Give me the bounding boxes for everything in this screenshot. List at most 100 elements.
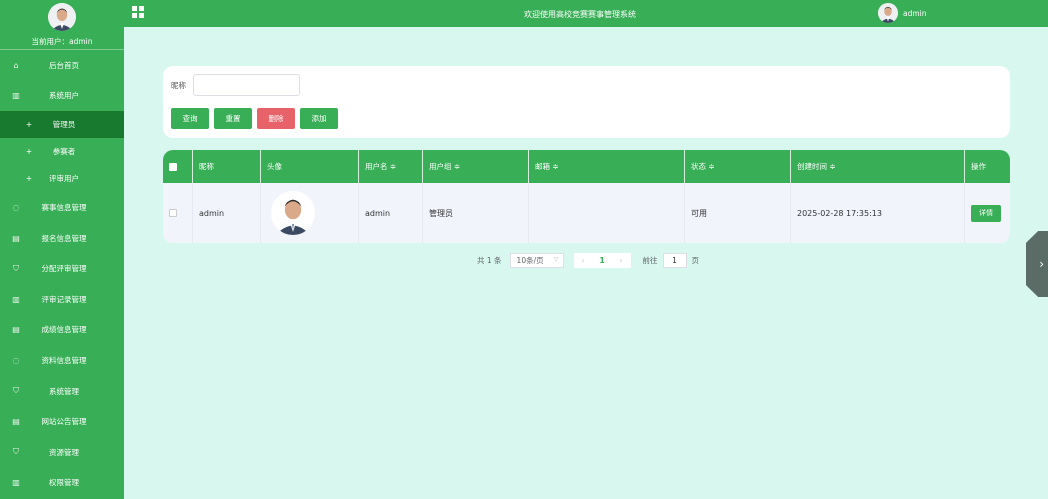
sidebar-item-label: 后台首页 <box>49 60 79 70</box>
sidebar-item-registration[interactable]: ▤ 报名信息管理 <box>0 223 124 254</box>
sidebar-subitem-contestants[interactable]: + 参赛者 <box>0 138 124 165</box>
plus-icon: + <box>25 174 33 184</box>
table-row: admin admin 管理员 可用 2025-02-28 17:35:13 详… <box>163 183 1010 243</box>
search-actions: 查询 重置 删除 添加 <box>171 108 338 129</box>
shield-icon: ⛉ <box>13 263 19 273</box>
add-button[interactable]: 添加 <box>300 108 338 129</box>
column-header-status[interactable]: 状态 ≑ <box>685 150 791 183</box>
document-icon: ▤ <box>12 233 20 243</box>
user-avatar-icon <box>271 191 315 235</box>
cell-avatar <box>261 183 359 243</box>
column-header-nickname: 昵称 <box>193 150 261 183</box>
cell-group: 管理员 <box>423 183 529 243</box>
sidebar-item-label: 报名信息管理 <box>41 233 87 243</box>
cell-actions: 详情 <box>965 183 1010 243</box>
nickname-label: 昵称 <box>171 81 186 90</box>
page-size-select[interactable]: 10条/页 ▽ <box>509 253 564 268</box>
page-unit-label: 页 <box>691 256 700 265</box>
sidebar-item-review-assignment[interactable]: ⛉ 分配评审管理 <box>0 253 124 284</box>
detail-button[interactable]: 详情 <box>971 204 1001 222</box>
column-header-actions: 操作 <box>971 162 986 171</box>
sidebar-item-resources[interactable]: ⛉ 资源管理 <box>0 437 124 468</box>
chevron-down-icon: ▽ <box>553 256 559 263</box>
cell-nickname: admin <box>193 183 261 243</box>
user-avatar-icon <box>878 3 898 23</box>
sidebar-item-permissions[interactable]: ▥ 权限管理 <box>0 468 124 499</box>
sidebar-menu: ⌂ 后台首页 ▥ 系统用户 + 管理员 + 参赛者 + 评审用户 ◌ 赛事信息管理 ▤ 报名信… <box>0 50 124 498</box>
plus-icon: + <box>25 147 33 157</box>
prev-page-button[interactable]: ‹ <box>574 253 593 268</box>
search-panel: 昵称 查询 重置 删除 添加 <box>163 66 1010 138</box>
row-checkbox[interactable] <box>169 209 177 217</box>
table-header: 昵称 头像 用户名 ≑ 用户组 ≑ 邮箱 ≑ 状态 ≑ 创建时间 ≑ 操作 <box>163 150 1010 183</box>
chevron-right-icon[interactable]: › <box>1026 231 1048 297</box>
columns-icon: ▥ <box>12 91 20 101</box>
home-icon: ⌂ <box>13 60 19 70</box>
avatar <box>271 191 315 235</box>
avatar <box>48 3 76 31</box>
current-page[interactable]: 1 <box>593 253 612 268</box>
nickname-input[interactable] <box>193 74 300 96</box>
top-bar: 欢迎使用高校竞赛赛事管理系统 admin <box>124 0 1048 27</box>
sidebar-item-system[interactable]: ⛉ 系统管理 <box>0 376 124 407</box>
sidebar: 当前用户：admin ⌂ 后台首页 ▥ 系统用户 + 管理员 + 参赛者 + 评审用户 ◌… <box>0 0 124 499</box>
current-user-label: 当前用户：admin <box>31 37 93 46</box>
sidebar-subitem-reviewers[interactable]: + 评审用户 <box>0 165 124 192</box>
sidebar-item-label: 权限管理 <box>49 478 79 488</box>
sidebar-item-label: 资源管理 <box>49 447 79 457</box>
pagination: 共 1 条 10条/页 ▽ ‹ 1 › 前往 1 页 <box>477 253 699 268</box>
sidebar-item-label: 成绩信息管理 <box>41 325 87 335</box>
sidebar-item-label: 资料信息管理 <box>41 355 87 365</box>
avatar <box>878 3 898 23</box>
sidebar-item-label: 网站公告管理 <box>41 417 87 427</box>
next-page-button[interactable]: › <box>612 253 631 268</box>
page-size-value: 10条/页 <box>516 256 544 265</box>
cell-created: 2025-02-28 17:35:13 <box>791 183 965 243</box>
shield-icon: ⛉ <box>13 447 19 457</box>
column-header-avatar: 头像 <box>261 150 359 183</box>
page-navigation: ‹ 1 › <box>573 253 631 268</box>
sidebar-item-label: 评审用户 <box>49 174 79 184</box>
top-username: admin <box>903 8 927 18</box>
pagination-total: 共 1 条 <box>477 256 502 265</box>
column-header-username[interactable]: 用户名 ≑ <box>359 150 423 183</box>
top-user-menu[interactable]: admin <box>878 3 927 23</box>
sidebar-item-label: 系统用户 <box>49 91 79 101</box>
reset-button[interactable]: 重置 <box>214 108 252 129</box>
row-select-cell <box>163 183 193 243</box>
sidebar-item-materials[interactable]: ◌ 资料信息管理 <box>0 345 124 376</box>
column-header-created[interactable]: 创建时间 ≑ <box>791 150 965 183</box>
sidebar-item-label: 管理员 <box>52 120 76 130</box>
document-icon: ▤ <box>12 417 20 427</box>
columns-icon: ▥ <box>12 294 20 304</box>
grid-menu-icon[interactable] <box>132 6 144 18</box>
sidebar-item-announcements[interactable]: ▤ 网站公告管理 <box>0 406 124 437</box>
column-header-group[interactable]: 用户组 ≑ <box>423 150 529 183</box>
column-header-email[interactable]: 邮箱 ≑ <box>529 150 685 183</box>
chat-icon: ◌ <box>12 202 20 212</box>
goto-page-input[interactable]: 1 <box>662 253 687 268</box>
document-icon: ▤ <box>12 325 20 335</box>
user-table: 昵称 头像 用户名 ≑ 用户组 ≑ 邮箱 ≑ 状态 ≑ 创建时间 ≑ 操作 ad… <box>163 150 1010 243</box>
sidebar-item-review-records[interactable]: ▥ 评审记录管理 <box>0 284 124 315</box>
chat-icon: ◌ <box>12 355 20 365</box>
sidebar-item-label: 参赛者 <box>52 147 76 157</box>
sidebar-item-scores[interactable]: ▤ 成绩信息管理 <box>0 315 124 346</box>
sidebar-item-system-users[interactable]: ▥ 系统用户 <box>0 81 124 112</box>
plus-icon: + <box>25 120 33 130</box>
user-avatar-icon <box>48 3 76 31</box>
sidebar-header: 当前用户：admin <box>0 0 124 50</box>
delete-button[interactable]: 删除 <box>257 108 295 129</box>
cell-username: admin <box>359 183 423 243</box>
cell-status: 可用 <box>685 183 791 243</box>
sidebar-item-competition-info[interactable]: ◌ 赛事信息管理 <box>0 192 124 223</box>
sidebar-subitem-admins[interactable]: + 管理员 <box>0 111 124 139</box>
sidebar-item-home[interactable]: ⌂ 后台首页 <box>0 50 124 81</box>
sidebar-item-label: 系统管理 <box>49 386 79 396</box>
select-all-cell <box>163 150 193 183</box>
sidebar-item-label: 赛事信息管理 <box>41 202 87 212</box>
select-all-checkbox[interactable] <box>169 162 177 171</box>
cell-email <box>529 183 685 243</box>
query-button[interactable]: 查询 <box>171 108 209 129</box>
page-jumper: 前往 1 页 <box>643 253 700 268</box>
